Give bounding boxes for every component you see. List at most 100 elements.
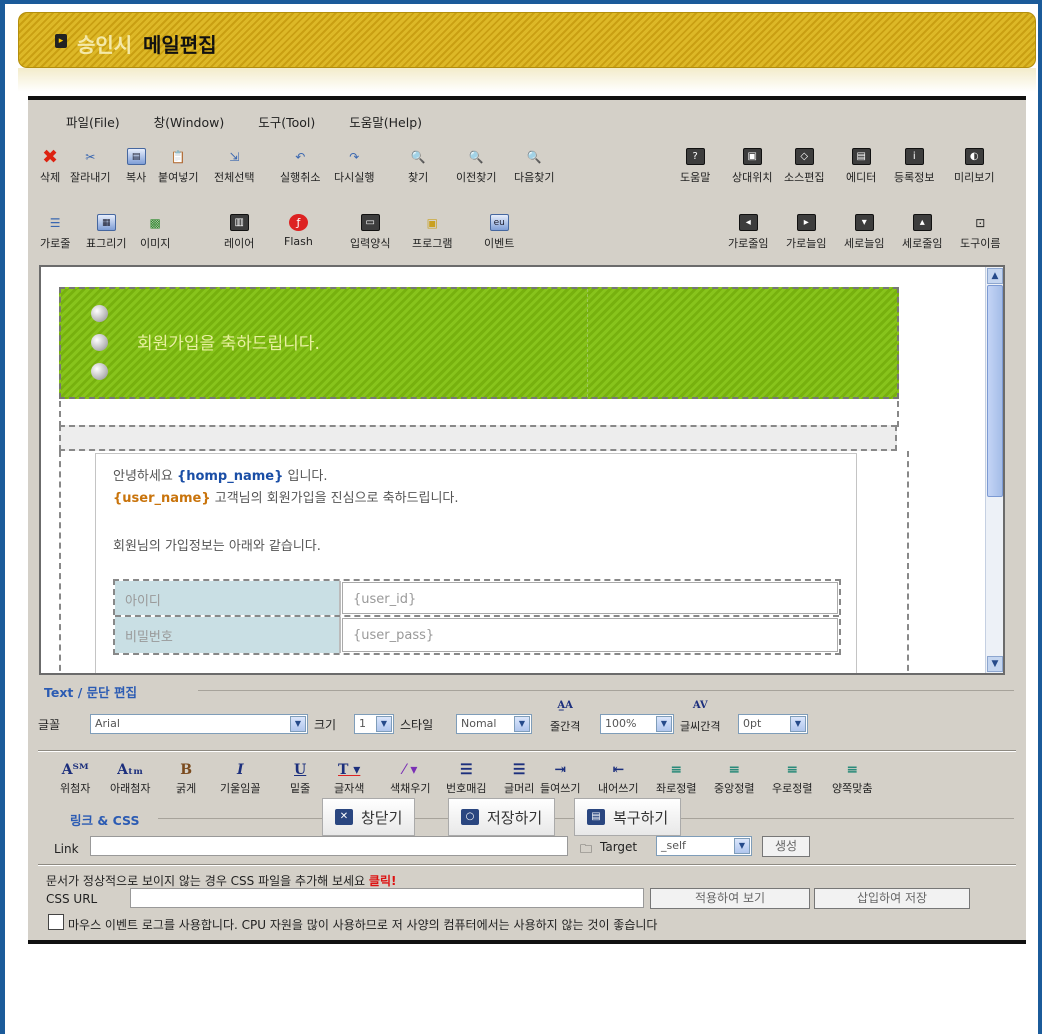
- redo-icon: ↷: [349, 149, 360, 164]
- save-button[interactable]: ○ 저장하기: [448, 798, 556, 836]
- toolbar-image-button[interactable]: ▩ 이미지: [140, 214, 170, 251]
- apply-preview-button[interactable]: 적용하여 보기: [650, 888, 810, 909]
- toolbar-find-button[interactable]: 🔍 찾기: [408, 148, 428, 185]
- delete-icon: ✖: [42, 145, 59, 168]
- toolbar-copy-button[interactable]: ▤ 복사: [126, 148, 146, 185]
- spacer-cell[interactable]: [59, 425, 897, 451]
- menu-bar: 파일(File) 창(Window) 도구(Tool) 도움말(Help): [66, 112, 422, 131]
- bold-icon: B: [180, 762, 193, 778]
- line-spacing-select[interactable]: 100% ▼: [600, 714, 674, 734]
- align-left-button[interactable]: ≡ 좌로정렬: [656, 762, 696, 796]
- toolbar-shrink-width-button[interactable]: ◂ 가로줄임: [728, 214, 768, 251]
- css-notice: 문서가 정상적으로 보이지 않는 경우 CSS 파일을 추가해 보세요 클릭!: [46, 874, 397, 888]
- font-label: 글꼴: [38, 718, 61, 732]
- menu-file[interactable]: 파일(File): [66, 112, 120, 131]
- letter-spacing-select[interactable]: 0pt ▼: [738, 714, 808, 734]
- css-click-link[interactable]: 클릭!: [369, 874, 397, 888]
- restore-button[interactable]: ▤ 복구하기: [574, 798, 682, 836]
- vertical-scrollbar[interactable]: ▲ ▼: [985, 267, 1003, 673]
- scroll-down-icon[interactable]: ▼: [987, 656, 1003, 672]
- scroll-up-icon[interactable]: ▲: [987, 268, 1003, 284]
- editing-canvas[interactable]: 회원가입을 축하드립니다. 안녕하세요 {homp_name} 입니다. {us…: [39, 265, 1005, 675]
- style-select[interactable]: Nomal ▼: [456, 714, 532, 734]
- css-url-label: CSS URL: [46, 892, 98, 906]
- toolbar-flash-button[interactable]: ƒ Flash: [284, 214, 313, 248]
- chevron-down-icon: ▼: [514, 716, 530, 732]
- link-input[interactable]: [90, 836, 568, 856]
- menu-window[interactable]: 창(Window): [154, 112, 225, 131]
- insert-save-button[interactable]: 삽입하여 저장: [814, 888, 970, 909]
- save-icon: ○: [461, 809, 479, 825]
- welcome-banner[interactable]: 회원가입을 축하드립니다.: [59, 287, 899, 399]
- info-icon: i: [904, 148, 924, 165]
- toolbar-form-button[interactable]: ▭ 입력양식: [350, 214, 390, 251]
- toolbar-tool-name-button[interactable]: ⊡ 도구이름: [960, 214, 1000, 251]
- mouse-log-checkbox[interactable]: [48, 914, 64, 930]
- page-title: 메일편집: [143, 33, 217, 57]
- toolbar-program-button[interactable]: ▣ 프로그램: [412, 214, 452, 251]
- font-color-button[interactable]: T ▾ 글자색: [334, 762, 364, 796]
- target-select[interactable]: _self ▼: [656, 836, 752, 856]
- subscript-icon: Aₜₘ: [117, 762, 144, 778]
- toolbar-find-prev-button[interactable]: 🔍 이전찾기: [456, 148, 496, 185]
- toolbar-undo-button[interactable]: ↶ 실행취소: [280, 148, 320, 185]
- toolbar-cut-button[interactable]: ✂ 잘라내기: [70, 148, 110, 185]
- align-center-button[interactable]: ≡ 중앙정렬: [714, 762, 754, 796]
- scroll-thumb[interactable]: [987, 285, 1003, 497]
- line-spacing-icon: A̲A 줄간격: [550, 700, 581, 733]
- bold-button[interactable]: B 굵게: [176, 762, 196, 796]
- table-row: 아이디 {user_id}: [115, 581, 839, 617]
- toolbar-select-all-button[interactable]: ⇲ 전체선택: [214, 148, 254, 185]
- align-right-button[interactable]: ≡ 우로정렬: [772, 762, 812, 796]
- close-icon: ✕: [335, 809, 353, 825]
- toolbar-editor-button[interactable]: ▤ 에디터: [846, 148, 876, 185]
- font-select[interactable]: Arial ▼: [90, 714, 308, 734]
- restore-icon: ▤: [587, 809, 605, 825]
- highlighter-icon: ⁄ ▾: [403, 762, 418, 778]
- relative-position-icon: ▣: [742, 148, 762, 165]
- toolbar-expand-height-button[interactable]: ▾ 세로늘임: [844, 214, 884, 251]
- toolbar-layer-button[interactable]: ▥ 레이어: [224, 214, 254, 251]
- toolbar-find-next-button[interactable]: 🔍 다음찾기: [514, 148, 554, 185]
- toolbar-source-edit-button[interactable]: ◇ 소스편집: [784, 148, 824, 185]
- italic-button[interactable]: I 기울임꼴: [220, 762, 260, 796]
- superscript-button[interactable]: Aᵀᴹ 위첨자: [60, 762, 90, 796]
- outdent-button[interactable]: ⇤ 내어쓰기: [598, 762, 638, 796]
- css-url-input[interactable]: [130, 888, 644, 908]
- tool-name-icon: ⊡: [975, 215, 986, 230]
- link-panel-legend: 링크 & CSS: [70, 813, 140, 828]
- indent-button[interactable]: ⇥ 들여쓰기: [540, 762, 580, 796]
- toolbar-info-button[interactable]: i 등록정보: [894, 148, 934, 185]
- create-button[interactable]: 생성: [762, 836, 810, 857]
- justify-icon: ≡: [846, 762, 859, 778]
- target-label: Target: [600, 840, 638, 854]
- fill-color-button[interactable]: ⁄ ▾ 색채우기: [390, 762, 430, 796]
- toolbar-horizontal-line-button[interactable]: ☰ 가로줄: [40, 214, 70, 251]
- toolbar-preview-button[interactable]: ◐ 미리보기: [954, 148, 994, 185]
- toolbar-paste-button[interactable]: 📋 붙여넣기: [158, 148, 198, 185]
- subscript-button[interactable]: Aₜₘ 아래첨자: [110, 762, 150, 796]
- folder-icon[interactable]: 🗀: [580, 840, 592, 861]
- numbered-list-button[interactable]: ☰ 번호매김: [446, 762, 486, 796]
- find-icon: 🔍: [410, 149, 426, 164]
- menu-help[interactable]: 도움말(Help): [349, 112, 422, 131]
- size-select[interactable]: 1 ▼: [354, 714, 394, 734]
- toolbar-table-button[interactable]: ▦ 표그리기: [86, 214, 126, 251]
- text-panel-legend: Text / 문단 편집: [44, 685, 138, 700]
- toolbar-help-button[interactable]: ? 도움말: [680, 148, 710, 185]
- toolbar-delete-button[interactable]: ✖ 삭제: [40, 145, 60, 185]
- find-prev-icon: 🔍: [468, 149, 484, 164]
- bullet-list-button[interactable]: ☰ 글머리: [504, 762, 534, 796]
- toolbar-redo-button[interactable]: ↷ 다시실행: [334, 148, 374, 185]
- toolbar-relative-position-button[interactable]: ▣ 상대위치: [732, 148, 772, 185]
- justify-button[interactable]: ≡ 양쪽맞춤: [832, 762, 872, 796]
- toolbar-event-button[interactable]: eu 이벤트: [484, 214, 514, 251]
- bullet-dot-icon: [91, 305, 108, 322]
- underline-button[interactable]: U 밑줄: [290, 762, 310, 796]
- style-label: 스타일: [400, 718, 434, 732]
- toolbar-shrink-height-button[interactable]: ▴ 세로줄임: [902, 214, 942, 251]
- close-window-button[interactable]: ✕ 창닫기: [322, 798, 416, 836]
- chevron-down-icon: ▼: [734, 838, 750, 854]
- menu-tool[interactable]: 도구(Tool): [258, 112, 315, 131]
- toolbar-expand-width-button[interactable]: ▸ 가로늘임: [786, 214, 826, 251]
